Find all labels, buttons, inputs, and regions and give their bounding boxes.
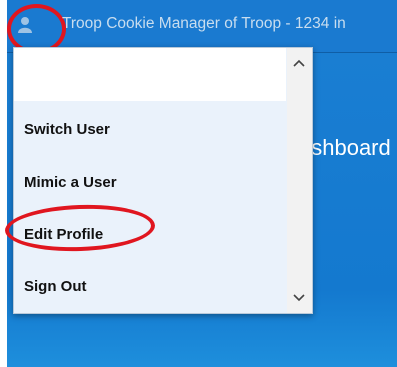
menu-item-mimic-user[interactable]: Mimic a User: [24, 174, 117, 191]
chevron-up-icon[interactable]: [292, 56, 306, 70]
page-title: Troop Cookie Manager of Troop - 1234 in: [62, 15, 346, 32]
menu-scrollbar[interactable]: [287, 48, 312, 313]
menu-item-switch-user[interactable]: Switch User: [24, 121, 110, 138]
menu-item-sign-out[interactable]: Sign Out: [24, 278, 87, 295]
user-menu-header: [14, 48, 286, 101]
user-menu-dropdown: Switch User Mimic a User Edit Profile Si…: [13, 47, 313, 314]
chevron-down-icon[interactable]: [292, 291, 306, 305]
